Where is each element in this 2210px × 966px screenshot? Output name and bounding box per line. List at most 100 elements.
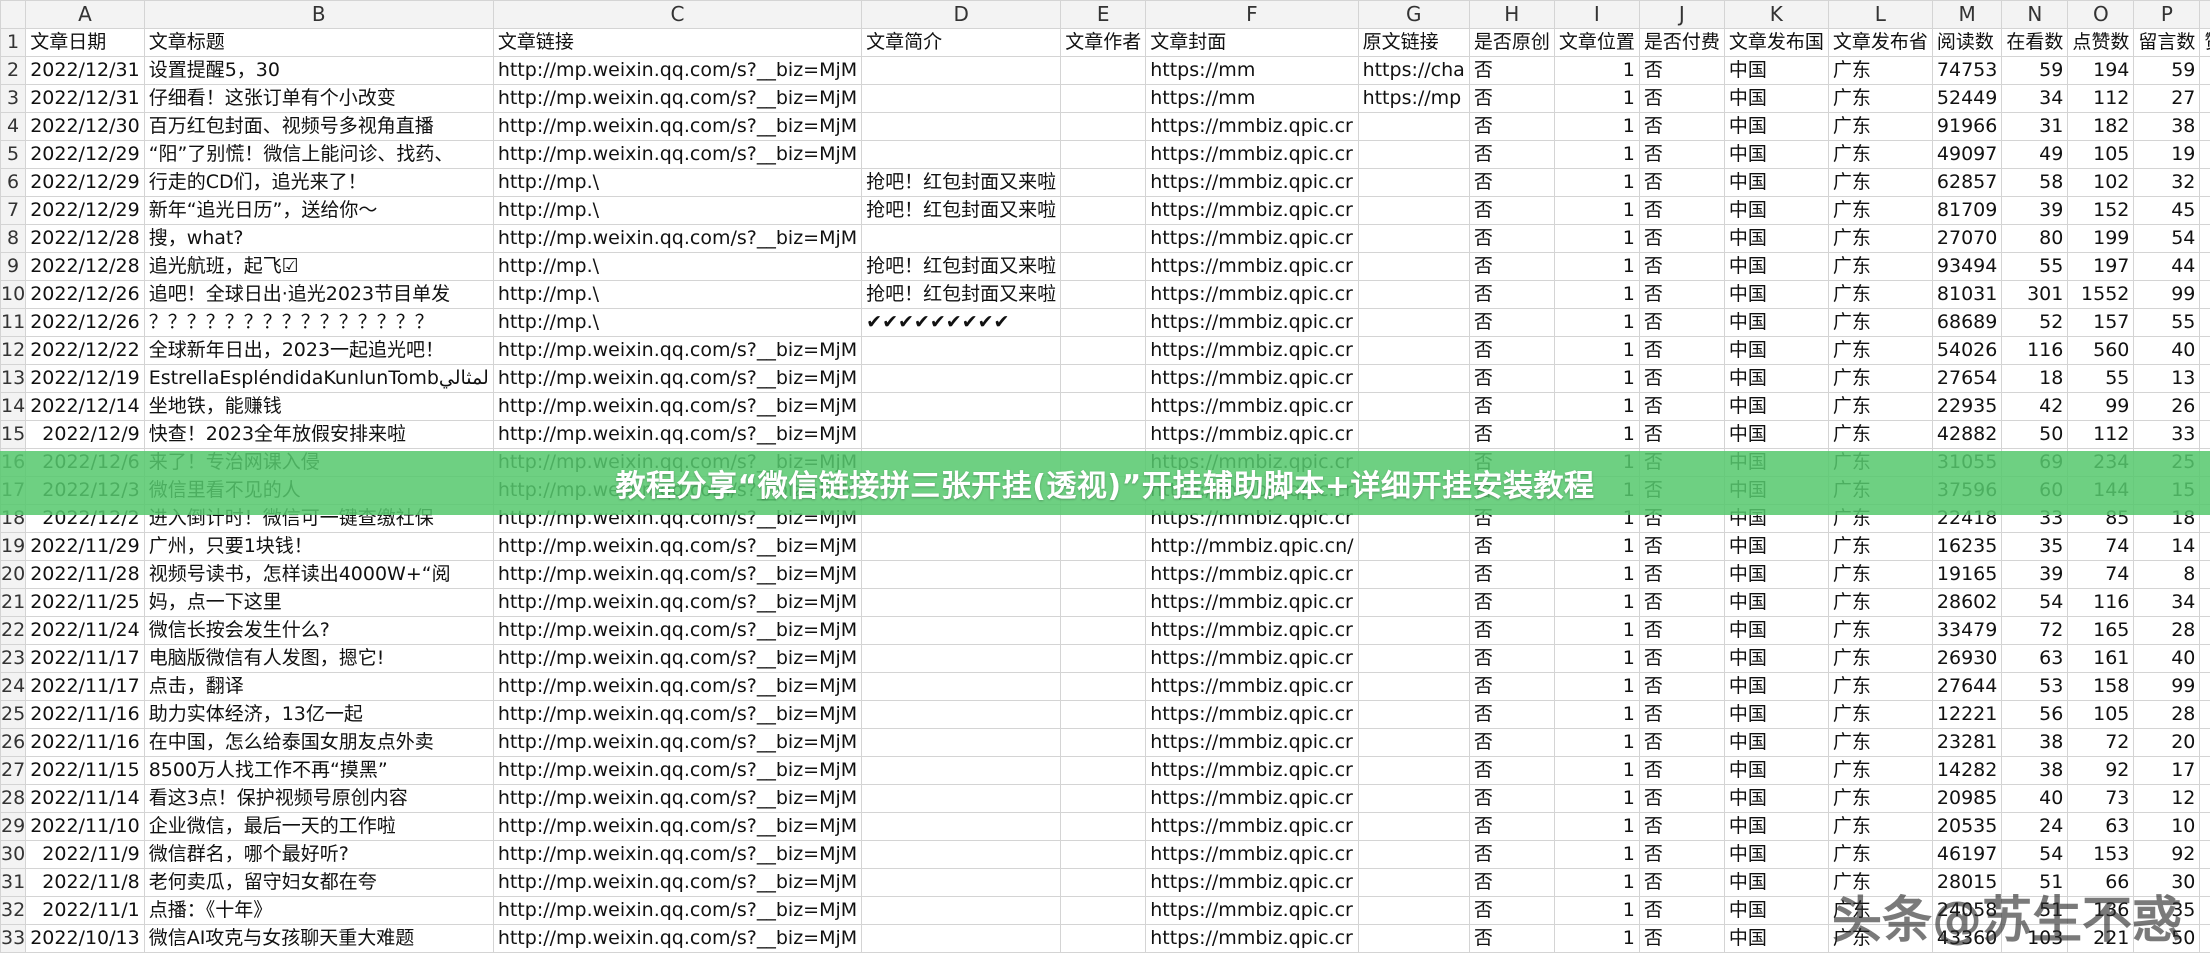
cell-author[interactable] bbox=[1060, 364, 1147, 393]
cell-paid[interactable]: 否 bbox=[1638, 672, 1725, 701]
cell-pos[interactable]: 1 bbox=[1553, 196, 1640, 225]
cell-like[interactable]: 158 bbox=[2067, 672, 2135, 701]
cell-title[interactable]: 设置提醒5，30 bbox=[143, 56, 494, 85]
cell-intro[interactable] bbox=[861, 896, 1062, 925]
cell-country[interactable]: 中国 bbox=[1723, 420, 1829, 449]
cell-cover[interactable]: https://mmbiz.qpic.cr bbox=[1145, 196, 1359, 225]
cell-look[interactable]: 54 bbox=[2001, 840, 2069, 869]
cell-title[interactable]: 快查！2023全年放假安排来啦 bbox=[143, 420, 494, 449]
cell-reward[interactable]: 0 bbox=[2199, 840, 2210, 869]
cell-reward[interactable]: 0 bbox=[2199, 924, 2210, 953]
cell-orig[interactable] bbox=[1357, 924, 1470, 953]
cell-yc[interactable]: 否 bbox=[1468, 420, 1555, 449]
cell-link[interactable]: http://mp.weixin.qq.com/s?__biz=MjM bbox=[492, 896, 863, 925]
cell-look[interactable]: 59 bbox=[2001, 56, 2069, 85]
row-header[interactable]: 21 bbox=[0, 588, 27, 617]
cell-like[interactable]: 165 bbox=[2067, 616, 2135, 645]
cell-cmt[interactable]: 54 bbox=[2133, 224, 2201, 253]
cell-paid[interactable]: 否 bbox=[1638, 532, 1725, 561]
cell-yc[interactable]: 否 bbox=[1468, 784, 1555, 813]
cell-reward[interactable]: 0 bbox=[2199, 644, 2210, 673]
cell-like[interactable]: 105 bbox=[2067, 140, 2135, 169]
cell-read[interactable]: 27070 bbox=[1931, 224, 2003, 253]
cell-cover[interactable]: https://mmbiz.qpic.cr bbox=[1145, 364, 1359, 393]
cell-date[interactable]: 2022/12/28 bbox=[25, 252, 145, 281]
cell-date[interactable]: 2022/11/14 bbox=[25, 784, 145, 813]
cell-read[interactable]: 27644 bbox=[1931, 672, 2003, 701]
column-header-b[interactable]: B bbox=[143, 0, 494, 29]
row-header[interactable]: 15 bbox=[0, 420, 27, 449]
cell-reward[interactable]: 0 bbox=[2199, 868, 2210, 897]
cell-reward[interactable]: 0 bbox=[2199, 784, 2210, 813]
column-header-i[interactable]: I bbox=[1553, 0, 1640, 29]
cell-country[interactable]: 中国 bbox=[1723, 672, 1829, 701]
cell-like[interactable]: 182 bbox=[2067, 112, 2135, 141]
cell-paid[interactable]: 否 bbox=[1638, 252, 1725, 281]
cell-intro[interactable]: ✔✔✔✔✔✔✔✔✔ bbox=[861, 308, 1062, 337]
cell-yc[interactable]: 否 bbox=[1468, 224, 1555, 253]
cell-title[interactable]: 追光航班，起飞☑ bbox=[143, 252, 494, 281]
cell-reward[interactable]: 0 bbox=[2199, 420, 2210, 449]
cell-look[interactable]: 35 bbox=[2001, 532, 2069, 561]
row-header[interactable]: 14 bbox=[0, 392, 27, 421]
cell-link[interactable]: http://mp.weixin.qq.com/s?__biz=MjM bbox=[492, 420, 863, 449]
cell-reward[interactable]: 0 bbox=[2199, 224, 2210, 253]
cell-intro[interactable]: 抢吧！红包封面又来啦 bbox=[861, 280, 1062, 309]
cell-read[interactable]: 91966 bbox=[1931, 112, 2003, 141]
cell-prov[interactable]: 广东 bbox=[1827, 644, 1933, 673]
column-header-o[interactable]: O bbox=[2067, 0, 2135, 29]
cell-pos[interactable]: 1 bbox=[1553, 84, 1640, 113]
cell-cover[interactable]: https://mmbiz.qpic.cr bbox=[1145, 420, 1359, 449]
cell-yc[interactable]: 否 bbox=[1468, 700, 1555, 729]
column-header-g[interactable]: G bbox=[1357, 0, 1470, 29]
cell-orig[interactable] bbox=[1357, 112, 1470, 141]
cell-prov[interactable]: 广东 bbox=[1827, 56, 1933, 85]
cell-yc[interactable]: 否 bbox=[1468, 728, 1555, 757]
cell-like[interactable]: 105 bbox=[2067, 700, 2135, 729]
cell-prov[interactable]: 广东 bbox=[1827, 420, 1933, 449]
cell-intro[interactable] bbox=[861, 868, 1062, 897]
cell-paid[interactable]: 否 bbox=[1638, 84, 1725, 113]
cell-cmt[interactable]: 12 bbox=[2133, 784, 2201, 813]
cell-cmt[interactable]: 17 bbox=[2133, 756, 2201, 785]
cell-paid[interactable]: 否 bbox=[1638, 168, 1725, 197]
cell-date[interactable]: 2022/12/22 bbox=[25, 336, 145, 365]
cell-link[interactable]: http://mp.weixin.qq.com/s?__biz=MjM bbox=[492, 812, 863, 841]
row-header[interactable]: 7 bbox=[0, 196, 27, 225]
cell-orig[interactable] bbox=[1357, 420, 1470, 449]
select-all-corner[interactable] bbox=[0, 0, 27, 29]
cell-reward[interactable]: 0 bbox=[2199, 168, 2210, 197]
cell-title[interactable]: 新年“追光日历”，送给你～ bbox=[143, 196, 494, 225]
cell-title[interactable]: 8500万人找工作不再“摸黑” bbox=[143, 756, 494, 785]
cell-cmt[interactable]: 99 bbox=[2133, 672, 2201, 701]
cell-paid[interactable]: 否 bbox=[1638, 364, 1725, 393]
cell-author[interactable] bbox=[1060, 840, 1147, 869]
cell-title[interactable]: 广州，只要1块钱！ bbox=[143, 532, 494, 561]
cell-link[interactable]: http://mp.weixin.qq.com/s?__biz=MjM bbox=[492, 56, 863, 85]
cell-yc[interactable]: 否 bbox=[1468, 616, 1555, 645]
cell-yc[interactable]: 否 bbox=[1468, 140, 1555, 169]
cell-link[interactable]: http://mp.weixin.qq.com/s?__biz=MjM bbox=[492, 784, 863, 813]
cell-link[interactable]: http://mp.weixin.qq.com/s?__biz=MjM bbox=[492, 392, 863, 421]
cell-look[interactable]: 18 bbox=[2001, 364, 2069, 393]
cell-paid[interactable]: 否 bbox=[1638, 56, 1725, 85]
cell-cover[interactable]: https://mmbiz.qpic.cr bbox=[1145, 840, 1359, 869]
cell-look[interactable]: 301 bbox=[2001, 280, 2069, 309]
cell-title[interactable]: 微信AI攻克与女孩聊天重大难题 bbox=[143, 924, 494, 953]
cell-title[interactable]: 看这3点！保护视频号原创内容 bbox=[143, 784, 494, 813]
cell-pos[interactable]: 1 bbox=[1553, 896, 1640, 925]
cell-author[interactable] bbox=[1060, 224, 1147, 253]
cell-country[interactable]: 中国 bbox=[1723, 56, 1829, 85]
cell-date[interactable]: 2022/12/29 bbox=[25, 140, 145, 169]
cell-cmt[interactable]: 38 bbox=[2133, 112, 2201, 141]
cell-read[interactable]: 81031 bbox=[1931, 280, 2003, 309]
cell-read[interactable]: 19165 bbox=[1931, 560, 2003, 589]
cell-yc[interactable]: 否 bbox=[1468, 308, 1555, 337]
cell-title[interactable]: 行走的CD们，追光来了！ bbox=[143, 168, 494, 197]
cell-country[interactable]: 中国 bbox=[1723, 812, 1829, 841]
cell-cover[interactable]: https://mmbiz.qpic.cr bbox=[1145, 280, 1359, 309]
header-cell[interactable]: 是否原创 bbox=[1468, 28, 1555, 57]
cell-reward[interactable]: 0 bbox=[2199, 756, 2210, 785]
cell-intro[interactable] bbox=[861, 588, 1062, 617]
cell-intro[interactable] bbox=[861, 840, 1062, 869]
